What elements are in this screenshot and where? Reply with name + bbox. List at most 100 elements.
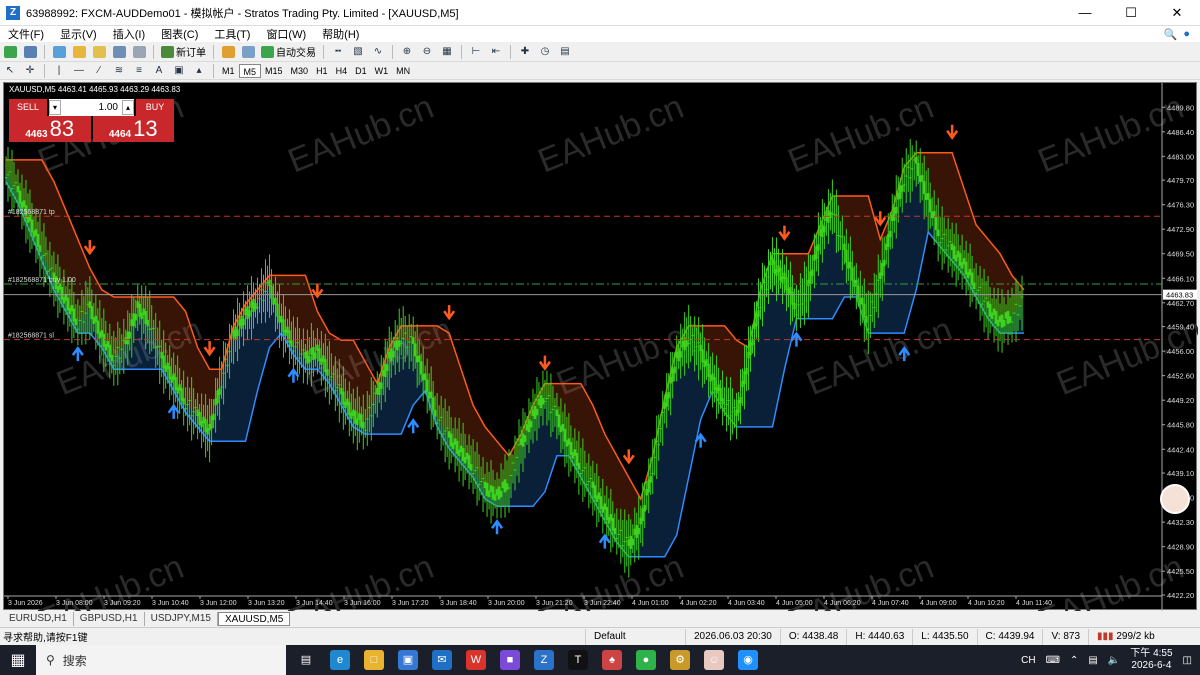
lot-increase-button[interactable]: ▴ xyxy=(122,100,134,115)
new-chart-icon[interactable] xyxy=(2,44,18,60)
maximize-button[interactable]: ☐ xyxy=(1108,0,1154,26)
navigator-icon[interactable] xyxy=(91,44,107,60)
tab-xauusd-m5[interactable]: XAUUSD,M5 xyxy=(218,611,291,626)
avatar-app-icon[interactable]: ☺ xyxy=(704,650,724,670)
keyboard-icon[interactable]: ⌨ xyxy=(1046,655,1060,666)
card-app-icon[interactable]: ♠ xyxy=(602,650,622,670)
timeframe-h1[interactable]: H1 xyxy=(312,64,332,78)
start-button[interactable]: ▦ xyxy=(0,645,36,675)
blue-app-icon[interactable]: ◉ xyxy=(738,650,758,670)
volume-icon[interactable]: 🔈 xyxy=(1108,655,1120,666)
bar-chart-icon[interactable]: ╍ xyxy=(330,44,346,60)
menu-help[interactable]: 帮助(H) xyxy=(314,26,367,42)
file-explorer-icon[interactable]: □ xyxy=(364,650,384,670)
candle-body xyxy=(182,398,185,405)
task-view-icon[interactable]: ▤ xyxy=(296,650,316,670)
tile-windows-icon[interactable]: ▦ xyxy=(439,44,455,60)
buy-button[interactable]: BUY xyxy=(136,99,174,116)
search-icon[interactable]: 🔍 xyxy=(1164,28,1178,41)
notification-icon[interactable]: ◫ xyxy=(1183,655,1192,666)
metatrader-icon[interactable]: Z xyxy=(534,650,554,670)
bar-close: C: 4439.94 xyxy=(976,628,1043,645)
timeframe-d1[interactable]: D1 xyxy=(351,64,371,78)
taskbar-search[interactable]: ⚲ 搜索 xyxy=(36,645,286,675)
text-icon[interactable]: A xyxy=(151,63,167,79)
sell-price-button[interactable]: 4463 83 xyxy=(9,116,91,142)
ime-indicator[interactable]: CH xyxy=(1021,655,1035,666)
menu-charts[interactable]: 图表(C) xyxy=(153,26,206,42)
lot-size-input[interactable]: 1.00 xyxy=(61,102,122,113)
price-chart[interactable]: EAHub.cn EAHub.cn EAHub.cn EAHub.cnEAHub.cn… xyxy=(4,83,1198,611)
price-tick-label: 4462.70 xyxy=(1167,299,1194,308)
profiles-icon[interactable] xyxy=(22,44,38,60)
templates-icon[interactable]: ▤ xyxy=(557,44,573,60)
new-order-button[interactable]: 新订单 xyxy=(161,44,206,59)
tab-gbpusd-h1[interactable]: GBPUSD,H1 xyxy=(74,611,145,626)
candle-body xyxy=(543,400,547,402)
network-icon[interactable]: ▤ xyxy=(1088,655,1097,666)
menu-insert[interactable]: 插入(I) xyxy=(105,26,153,42)
menu-tools[interactable]: 工具(T) xyxy=(206,26,258,42)
label-icon[interactable]: ▣ xyxy=(171,63,187,79)
account-icon[interactable]: ● xyxy=(1183,28,1190,41)
timeframe-m30[interactable]: M30 xyxy=(287,64,313,78)
chart-window[interactable]: EAHub.cn EAHub.cn EAHub.cn EAHub.cn EAHub.cn… xyxy=(3,82,1198,611)
channel-icon[interactable]: ≋ xyxy=(111,63,127,79)
timeframe-h4[interactable]: H4 xyxy=(332,64,352,78)
cursor-icon[interactable]: ↖ xyxy=(2,63,18,79)
time-tick-label: 3 Jun 13:20 xyxy=(248,600,285,607)
timeframe-mn[interactable]: MN xyxy=(392,64,414,78)
terminal-icon[interactable] xyxy=(111,44,127,60)
trendline-icon[interactable]: ∕ xyxy=(91,63,107,79)
candle-body xyxy=(258,298,261,300)
data-window-icon[interactable] xyxy=(71,44,87,60)
candle-body xyxy=(871,301,874,303)
timeframe-m1[interactable]: M1 xyxy=(218,64,239,78)
app-purple-icon[interactable]: ■ xyxy=(500,650,520,670)
globe-icon[interactable] xyxy=(240,44,256,60)
assistant-avatar[interactable] xyxy=(1160,484,1190,514)
market-watch-icon[interactable] xyxy=(51,44,67,60)
wps-icon[interactable]: W xyxy=(466,650,486,670)
chevron-up-icon[interactable]: ⌃ xyxy=(1070,655,1078,666)
menu-view[interactable]: 显示(V) xyxy=(52,26,105,42)
crosshair-icon[interactable]: ✛ xyxy=(22,63,38,79)
candle-body xyxy=(417,355,421,362)
lot-decrease-button[interactable]: ▾ xyxy=(49,100,61,115)
store-icon[interactable]: ▣ xyxy=(398,650,418,670)
zoom-out-icon[interactable]: ⊖ xyxy=(419,44,435,60)
taskbar-clock[interactable]: 下午 4:55 2026-6-4 xyxy=(1130,648,1172,672)
periods-icon[interactable]: ◷ xyxy=(537,44,553,60)
indicators-icon[interactable]: ✚ xyxy=(517,44,533,60)
tester-icon[interactable] xyxy=(131,44,147,60)
menu-file[interactable]: 文件(F) xyxy=(0,26,52,42)
timeframe-w1[interactable]: W1 xyxy=(371,64,393,78)
timeframe-m5[interactable]: M5 xyxy=(238,63,262,78)
autoscroll-icon[interactable]: ⇤ xyxy=(488,44,504,60)
shapes-icon[interactable]: ▴ xyxy=(191,63,207,79)
tab-usdjpy-m15[interactable]: USDJPY,M15 xyxy=(145,611,218,626)
candlestick-icon[interactable]: ▧ xyxy=(350,44,366,60)
menu-window[interactable]: 窗口(W) xyxy=(258,26,314,42)
tradingview-icon[interactable]: T xyxy=(568,650,588,670)
mail-icon[interactable]: ✉ xyxy=(432,650,452,670)
metaeditor-icon[interactable] xyxy=(220,44,236,60)
zoom-in-icon[interactable]: ⊕ xyxy=(399,44,415,60)
candle-body xyxy=(1016,314,1020,316)
buy-price-button[interactable]: 4464 13 xyxy=(92,116,174,142)
tool-app-icon[interactable]: ⚙ xyxy=(670,650,690,670)
minimize-button[interactable]: — xyxy=(1062,0,1108,26)
fibonacci-icon[interactable]: ≡ xyxy=(131,63,147,79)
timeframe-m15[interactable]: M15 xyxy=(261,64,287,78)
candle-body xyxy=(895,206,898,214)
sell-button[interactable]: SELL xyxy=(9,99,47,116)
vertical-line-icon[interactable]: | xyxy=(51,63,67,79)
auto-trading-button[interactable]: 自动交易 xyxy=(261,44,316,59)
tab-eurusd-h1[interactable]: EURUSD,H1 xyxy=(3,611,74,626)
chart-shift-icon[interactable]: ⊢ xyxy=(468,44,484,60)
wechat-icon[interactable]: ● xyxy=(636,650,656,670)
horizontal-line-icon[interactable]: — xyxy=(71,63,87,79)
edge-icon[interactable]: e xyxy=(330,650,350,670)
close-button[interactable]: ✕ xyxy=(1154,0,1200,26)
line-chart-icon[interactable]: ∿ xyxy=(370,44,386,60)
